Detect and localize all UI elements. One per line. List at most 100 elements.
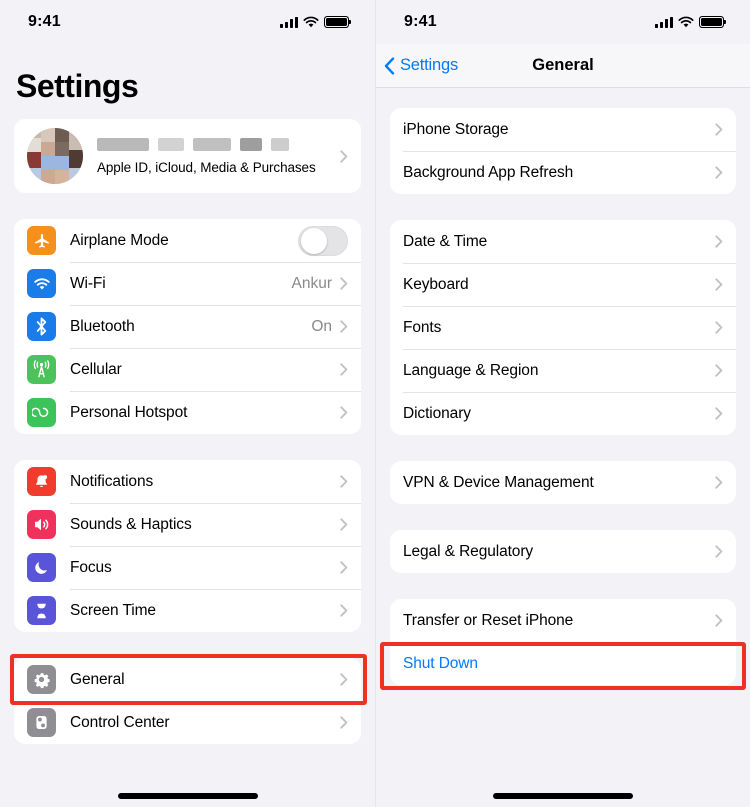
hotspot-link-icon [27,398,56,427]
settings-row-airplane-mode[interactable]: Airplane Mode [14,219,361,262]
settings-row-label: VPN & Device Management [403,473,594,491]
settings-row-bluetooth[interactable]: Bluetooth On [14,305,361,348]
settings-row-label: Dictionary [403,404,471,422]
settings-row-legal-regulatory[interactable]: Legal & Regulatory [390,530,736,573]
back-button[interactable]: Settings [376,56,458,75]
settings-row-label: iPhone Storage [403,120,509,138]
back-button-label: Settings [400,56,459,74]
settings-row-vpn-device-management[interactable]: VPN & Device Management [390,461,736,504]
general-group-storage: iPhone Storage Background App Refresh [390,108,736,194]
shut-down-label: Shut Down [403,654,478,672]
profile-subtitle: Apple ID, iCloud, Media & Purchases [97,159,316,175]
chevron-right-icon [340,604,348,617]
dual-screenshot-container: 9:41 Settings Apple ID, iCloud, Media & … [0,0,750,807]
settings-row-label: Control Center [70,713,170,731]
settings-row-iphone-storage[interactable]: iPhone Storage [390,108,736,151]
settings-row-focus[interactable]: Focus [14,546,361,589]
settings-group-system: General Control Center [14,658,361,744]
navigation-bar: Settings General [376,44,750,88]
chevron-right-icon [340,475,348,488]
settings-row-shut-down[interactable]: Shut Down [390,642,736,685]
settings-row-label: Background App Refresh [403,163,574,181]
settings-group-alerts: Notifications Sounds & Haptics Focus Scr… [14,460,361,632]
bell-icon [27,467,56,496]
moon-icon [27,553,56,582]
chevron-right-icon [715,278,723,291]
status-indicators [280,16,352,28]
status-time: 9:41 [404,13,437,30]
chevron-right-icon [715,364,723,377]
settings-row-label: Wi-Fi [70,274,106,292]
settings-row-label: Legal & Regulatory [403,542,534,560]
status-bar-right: 9:41 [376,0,750,44]
wifi-icon [27,269,56,298]
chevron-right-icon [715,545,723,558]
wifi-icon [678,16,694,28]
settings-row-sounds-haptics[interactable]: Sounds & Haptics [14,503,361,546]
settings-row-personal-hotspot[interactable]: Personal Hotspot [14,391,361,434]
wifi-network-value: Ankur [291,274,333,292]
settings-group-system-wrapper: General Control Center [0,654,375,744]
settings-row-label: Date & Time [403,232,488,250]
speaker-icon [27,510,56,539]
chevron-right-icon [715,614,723,627]
settings-row-keyboard[interactable]: Keyboard [390,263,736,306]
settings-row-background-app-refresh[interactable]: Background App Refresh [390,151,736,194]
settings-row-label: General [70,670,125,688]
settings-row-label: Fonts [403,318,442,336]
settings-row-label: Personal Hotspot [70,403,188,421]
settings-row-fonts[interactable]: Fonts [390,306,736,349]
apple-id-profile-row[interactable]: Apple ID, iCloud, Media & Purchases [14,119,361,193]
chevron-right-icon [340,716,348,729]
chevron-right-icon [715,407,723,420]
settings-group-connectivity: Airplane Mode Wi-Fi Ankur Bluetooth On C… [14,219,361,434]
chevron-right-icon [340,406,348,419]
settings-row-date-time[interactable]: Date & Time [390,220,736,263]
wifi-icon [303,16,319,28]
page-title: Settings [16,68,139,104]
settings-row-label: Keyboard [403,275,469,293]
profile-name-redacted [97,137,340,151]
settings-row-label: Airplane Mode [70,231,169,249]
gear-icon [27,665,56,694]
status-bar-left: 9:41 [0,0,375,44]
chevron-right-icon [340,149,348,163]
settings-row-label: Notifications [70,472,154,490]
settings-row-label: Bluetooth [70,317,135,335]
chevron-right-icon [715,321,723,334]
profile-avatar [27,128,83,184]
settings-row-transfer-reset-iphone[interactable]: Transfer or Reset iPhone [390,599,736,642]
chevron-right-icon [340,320,348,333]
chevron-left-icon [384,56,395,75]
general-settings-screen: 9:41 Settings General iPhone Storage Bac… [375,0,750,807]
settings-row-language-region[interactable]: Language & Region [390,349,736,392]
settings-row-label: Cellular [70,360,122,378]
control-center-icon [27,708,56,737]
airplane-mode-toggle[interactable] [298,225,348,256]
chevron-right-icon [340,518,348,531]
settings-row-label: Transfer or Reset iPhone [403,611,574,629]
general-group-locale: Date & Time Keyboard Fonts Language & Re… [390,220,736,435]
settings-row-cellular[interactable]: Cellular [14,348,361,391]
settings-row-wifi[interactable]: Wi-Fi Ankur [14,262,361,305]
status-time: 9:41 [28,13,61,30]
general-group-vpn: VPN & Device Management [390,461,736,504]
status-indicators [655,16,727,28]
settings-row-screen-time[interactable]: Screen Time [14,589,361,632]
settings-row-control-center[interactable]: Control Center [14,701,361,744]
bluetooth-state-value: On [311,317,332,335]
settings-row-label: Focus [70,558,112,576]
chevron-right-icon [715,123,723,136]
settings-row-notifications[interactable]: Notifications [14,460,361,503]
chevron-right-icon [340,673,348,686]
settings-row-label: Sounds & Haptics [70,515,192,533]
chevron-right-icon [340,363,348,376]
settings-row-general[interactable]: General [14,658,361,701]
general-group-legal: Legal & Regulatory [390,530,736,573]
settings-row-dictionary[interactable]: Dictionary [390,392,736,435]
settings-row-label: Screen Time [70,601,156,619]
bluetooth-icon [27,312,56,341]
general-group-reset-wrapper: Transfer or Reset iPhone Shut Down [376,599,750,690]
chevron-right-icon [715,166,723,179]
battery-full-icon [699,16,727,28]
